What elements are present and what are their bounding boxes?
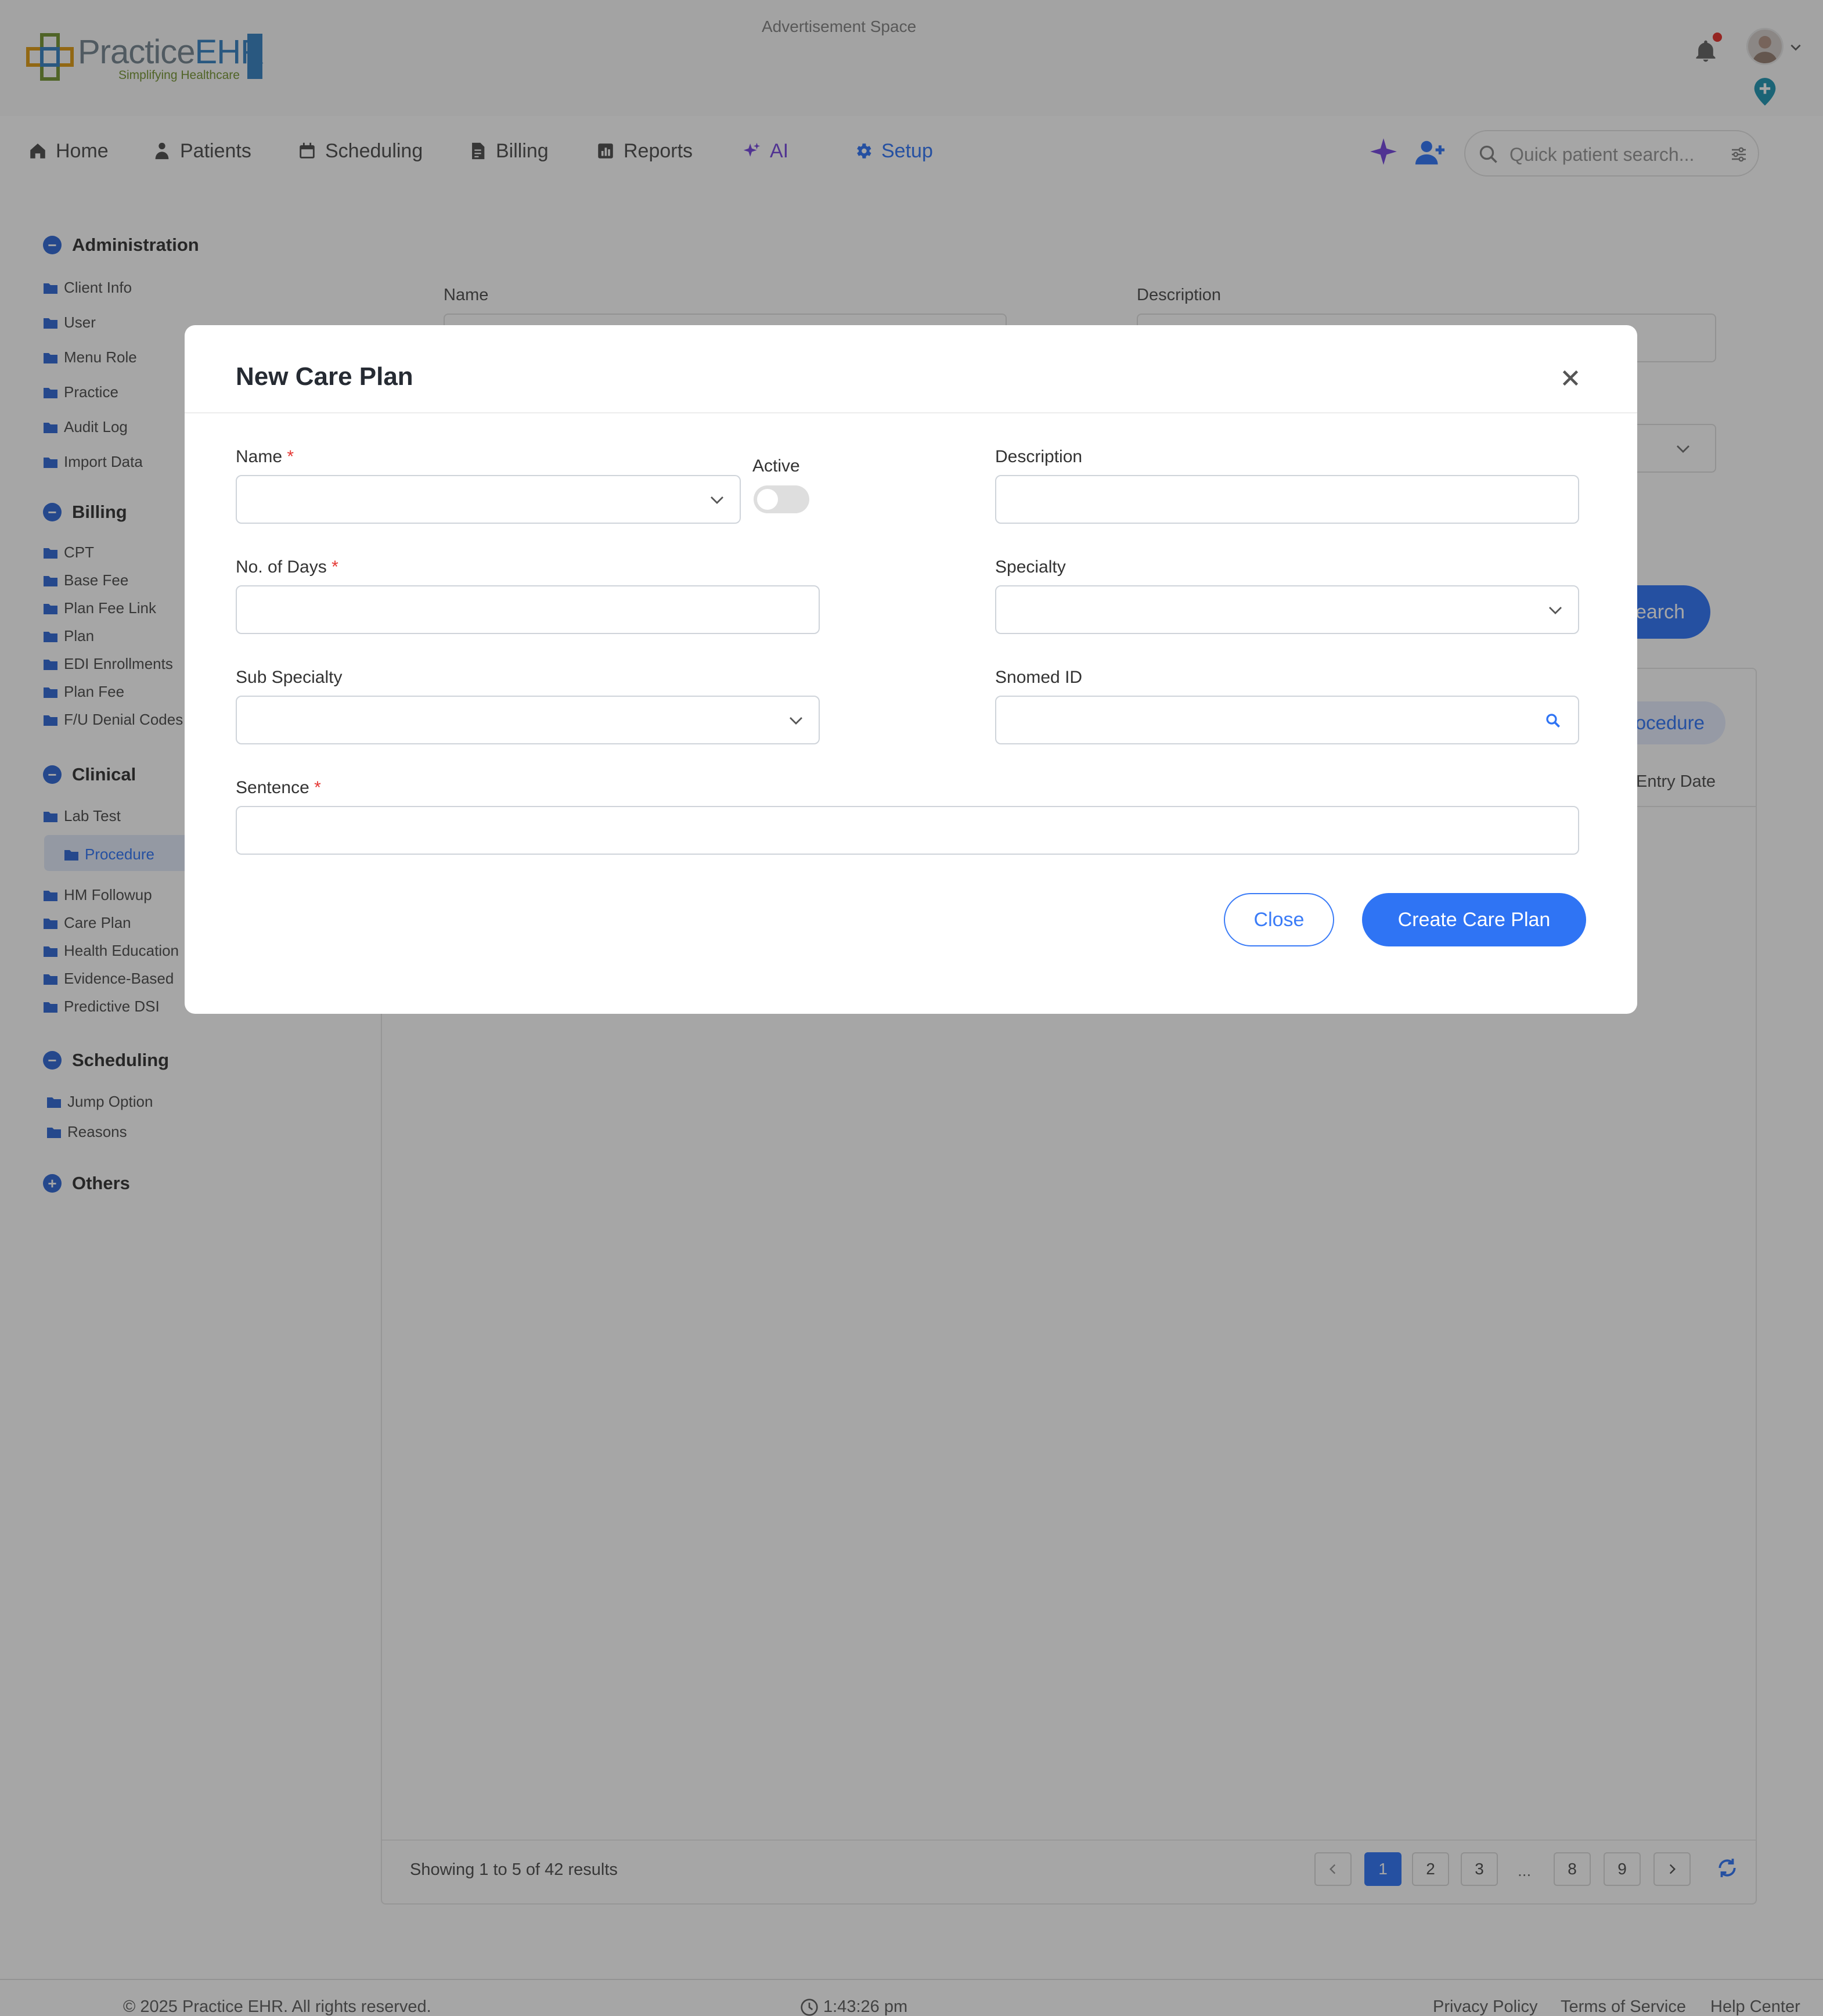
description-input[interactable]	[995, 475, 1579, 524]
required-asterisk: *	[332, 557, 338, 577]
sentence-label-text: Sentence	[236, 778, 309, 797]
modal-title: New Care Plan	[236, 362, 413, 391]
name-dropdown[interactable]	[236, 475, 741, 524]
required-asterisk: *	[287, 447, 294, 466]
snomed-id-field-label: Snomed ID	[995, 668, 1083, 687]
close-icon[interactable]	[1557, 365, 1584, 391]
chevron-down-icon	[790, 717, 802, 725]
name-field-label: Name *	[236, 447, 294, 467]
no-of-days-label-text: No. of Days	[236, 557, 327, 577]
toggle-knob	[757, 489, 778, 510]
snomed-id-input[interactable]	[995, 696, 1579, 744]
name-label-text: Name	[236, 447, 283, 466]
specialty-field-label: Specialty	[995, 557, 1066, 577]
specialty-dropdown[interactable]	[995, 585, 1579, 634]
create-care-plan-button[interactable]: Create Care Plan	[1362, 893, 1586, 946]
sentence-input[interactable]	[236, 806, 1579, 855]
no-of-days-field-label: No. of Days *	[236, 557, 338, 577]
close-button[interactable]: Close	[1224, 893, 1334, 946]
sub-specialty-field-label: Sub Specialty	[236, 668, 343, 687]
chevron-down-icon	[711, 496, 723, 504]
no-of-days-input[interactable]	[236, 585, 820, 634]
active-field-label: Active	[752, 456, 800, 476]
active-toggle[interactable]	[754, 485, 809, 513]
required-asterisk: *	[314, 778, 321, 797]
description-field-label: Description	[995, 447, 1083, 466]
new-care-plan-modal: New Care Plan Name * Active Description …	[185, 325, 1637, 1014]
search-icon[interactable]	[1544, 712, 1562, 729]
chevron-down-icon	[1549, 607, 1562, 614]
sentence-field-label: Sentence *	[236, 778, 321, 798]
sub-specialty-dropdown[interactable]	[236, 696, 820, 744]
modal-header-divider	[185, 412, 1637, 413]
